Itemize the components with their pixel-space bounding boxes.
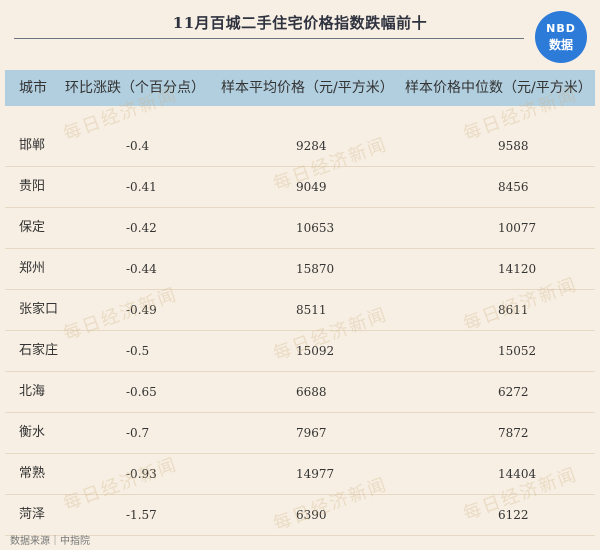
column-header-average-price: 样本平均价格（元/平方米） — [221, 80, 394, 96]
title-divider — [14, 38, 524, 39]
change-cell: -0.44 — [126, 262, 157, 276]
change-cell: -0.93 — [126, 467, 157, 481]
chart-title: 11月百城二手住宅价格指数跌幅前十 — [172, 14, 428, 32]
table-row: 贵阳 -0.41 9049 8456 — [5, 167, 595, 208]
median-price-cell: 6122 — [498, 508, 529, 522]
average-price-cell: 9049 — [296, 180, 327, 194]
table-row: 石家庄 -0.5 15092 15052 — [5, 331, 595, 372]
median-price-cell: 9588 — [498, 139, 529, 153]
change-cell: -1.57 — [126, 508, 157, 522]
average-price-cell: 6688 — [296, 385, 327, 399]
city-cell: 衡水 — [19, 425, 46, 440]
median-price-cell: 7872 — [498, 426, 529, 440]
median-price-cell: 8456 — [498, 180, 529, 194]
city-cell: 北海 — [19, 384, 46, 399]
city-cell: 邯郸 — [19, 138, 46, 153]
column-header-median-price: 样本价格中位数（元/平方米） — [405, 80, 592, 96]
change-cell: -0.49 — [126, 303, 157, 317]
city-cell: 贵阳 — [19, 179, 46, 194]
table-header: 城市 环比涨跌（个百分点） 样本平均价格（元/平方米） 样本价格中位数（元/平方… — [5, 70, 595, 106]
table-row: 北海 -0.65 6688 6272 — [5, 372, 595, 413]
city-cell: 石家庄 — [19, 343, 59, 358]
city-cell: 郑州 — [19, 261, 46, 276]
average-price-cell: 14977 — [296, 467, 335, 481]
median-price-cell: 6272 — [498, 385, 529, 399]
data-source: 数据来源｜中指院 — [10, 536, 90, 547]
table-row: 菏泽 -1.57 6390 6122 — [5, 495, 595, 536]
change-cell: -0.7 — [126, 426, 150, 440]
change-cell: -0.42 — [126, 221, 157, 235]
change-cell: -0.41 — [126, 180, 157, 194]
change-cell: -0.5 — [126, 344, 150, 358]
column-header-city: 城市 — [19, 80, 47, 96]
change-cell: -0.65 — [126, 385, 157, 399]
city-cell: 菏泽 — [19, 507, 46, 522]
table-body: 邯郸 -0.4 9284 9588 贵阳 -0.41 9049 8456 保定 -0.42 1065… — [5, 106, 595, 536]
median-price-cell: 8611 — [498, 303, 529, 317]
table-row: 邯郸 -0.4 9284 9588 — [5, 126, 595, 167]
table-row: 张家口 -0.49 8511 8611 — [5, 290, 595, 331]
average-price-cell: 9284 — [296, 139, 327, 153]
average-price-cell: 15870 — [296, 262, 335, 276]
change-cell: -0.4 — [126, 139, 150, 153]
city-cell: 常熟 — [19, 466, 46, 481]
city-cell: 张家口 — [19, 302, 59, 317]
average-price-cell: 8511 — [296, 303, 327, 317]
table-row: 衡水 -0.7 7967 7872 — [5, 413, 595, 454]
median-price-cell: 10077 — [498, 221, 537, 235]
median-price-cell: 14404 — [498, 467, 537, 481]
average-price-cell: 15092 — [296, 344, 335, 358]
median-price-cell: 14120 — [498, 262, 537, 276]
average-price-cell: 10653 — [296, 221, 335, 235]
average-price-cell: 6390 — [296, 508, 327, 522]
city-cell: 保定 — [19, 220, 46, 235]
logo-text-data: 数据 — [548, 38, 573, 52]
average-price-cell: 7967 — [296, 426, 327, 440]
table-row: 保定 -0.42 10653 10077 — [5, 208, 595, 249]
table-row: 常熟 -0.93 14977 14404 — [5, 454, 595, 495]
median-price-cell: 15052 — [498, 344, 537, 358]
logo-text-nbd: NBD — [546, 22, 576, 35]
table-row: 郑州 -0.44 15870 14120 — [5, 249, 595, 290]
column-header-change: 环比涨跌（个百分点） — [65, 80, 205, 96]
nbd-logo: NBD 数据 — [535, 11, 587, 63]
